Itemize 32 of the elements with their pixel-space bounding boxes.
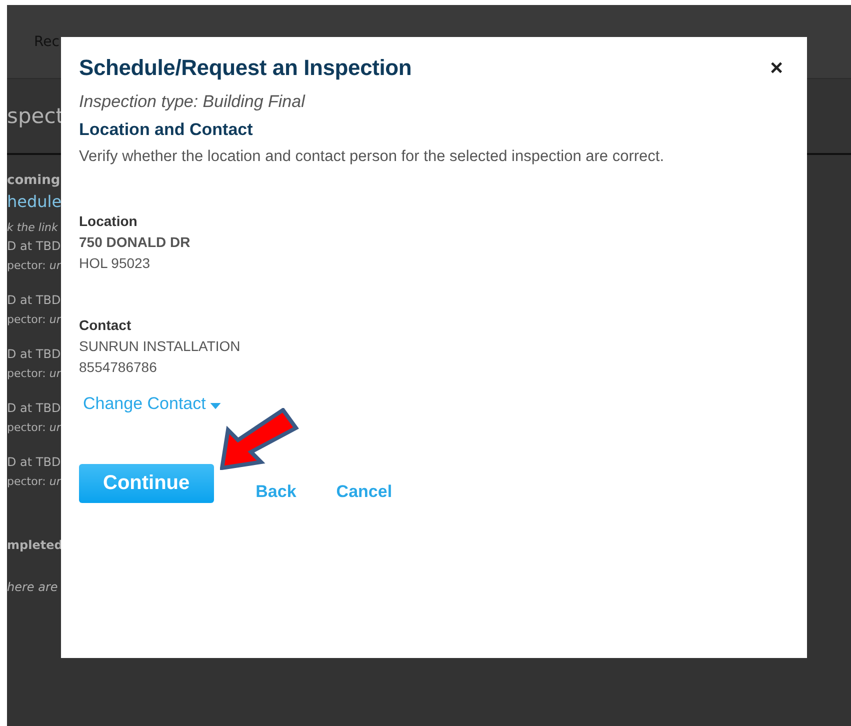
contact-value: SUNRUN INSTALLATION bbox=[79, 338, 242, 354]
page-heading: spect bbox=[7, 104, 64, 128]
location-value: HOL 95023 bbox=[79, 255, 152, 271]
inspector-text: pector: ur bbox=[7, 421, 61, 434]
location-value: 750 DONALD DR bbox=[79, 234, 192, 250]
inspection-time: D at TBD bbox=[7, 239, 61, 253]
action-link[interactable]: Back bbox=[256, 482, 296, 502]
inspection-time: D at TBD bbox=[7, 401, 61, 415]
caret-icon[interactable] bbox=[210, 403, 221, 410]
schedule-link[interactable]: hedule bbox=[7, 192, 62, 211]
hint-text: k the link bbox=[7, 221, 58, 234]
change-contact-link[interactable]: Change Contact bbox=[83, 394, 206, 414]
inspector-text: pector: ur bbox=[7, 475, 61, 488]
section-title: Location and Contact bbox=[79, 120, 254, 140]
contact-value: 8554786786 bbox=[79, 359, 158, 375]
contact-label: Contact bbox=[79, 317, 132, 333]
inspection-time: D at TBD bbox=[7, 455, 61, 469]
empty-note: here are bbox=[7, 580, 58, 594]
inspector-text: pector: ur bbox=[7, 259, 61, 272]
close-button[interactable]: × bbox=[764, 55, 789, 81]
section-heading: mpleted bbox=[7, 538, 63, 552]
inspector-text: pector: ur bbox=[7, 313, 61, 326]
instructions-text: Verify whether the location and contact person for the selected inspection are correct. bbox=[79, 148, 666, 166]
inspector-text: pector: ur bbox=[7, 367, 61, 380]
inspection-time: D at TBD bbox=[7, 347, 61, 361]
section-heading: coming bbox=[7, 173, 60, 188]
location-label: Location bbox=[79, 213, 138, 229]
inspection-type: Inspection type: Building Final bbox=[79, 92, 306, 112]
inspection-time: D at TBD bbox=[7, 293, 61, 307]
continue-button[interactable]: Continue bbox=[79, 464, 214, 503]
dialog-title: Schedule/Request an Inspection bbox=[79, 55, 412, 81]
action-link[interactable]: Cancel bbox=[336, 482, 392, 502]
